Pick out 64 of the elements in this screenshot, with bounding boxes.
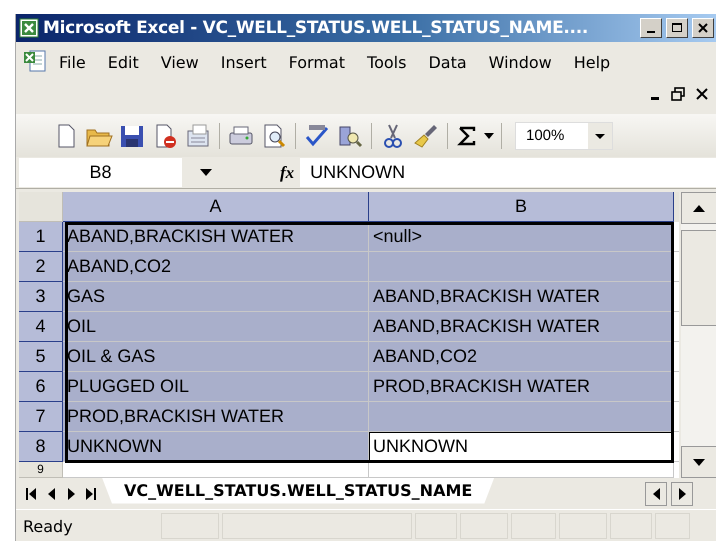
table-cell[interactable]: GAS [63,282,369,312]
name-box[interactable]: B8 [19,158,182,187]
table-cell[interactable]: ABAND,CO2 [63,252,369,282]
row-header[interactable]: 7 [19,402,63,432]
right-arrow-icon[interactable] [678,488,686,500]
vertical-scrollbar[interactable] [681,192,716,478]
up-arrow-icon[interactable] [693,204,706,212]
menu-item[interactable]: Help [562,52,622,72]
menu-item[interactable]: Edit [96,52,150,72]
menu-item[interactable]: Tools [356,52,418,72]
down-arrow-icon[interactable] [693,458,706,466]
row-header[interactable]: 6 [19,372,63,402]
row-header[interactable]: 9 [19,462,63,478]
previous-sheet-icon[interactable] [46,486,56,500]
table-cell[interactable] [369,462,674,478]
row-header[interactable]: 5 [19,342,63,372]
insert-function-button[interactable]: fx [280,162,294,182]
table-cell[interactable]: ABAND,BRACKISH WATER [369,312,674,342]
dropdown-arrow-icon[interactable] [198,168,214,178]
row-header[interactable]: 3 [19,282,63,312]
minimize-icon [647,31,655,33]
table-cell[interactable]: ABAND,BRACKISH WATER [369,282,674,312]
table-cell[interactable]: PLUGGED OIL [63,372,369,402]
menu-item[interactable]: Window [478,52,563,72]
left-arrow-icon[interactable] [652,488,660,500]
row-header[interactable]: 8 [19,432,63,462]
table-cell[interactable] [369,252,674,282]
menu-item[interactable]: Format [278,52,356,72]
formula-field[interactable]: UNKNOWN [300,158,716,187]
caret-icon[interactable] [484,132,494,138]
table-cell[interactable] [369,402,674,432]
first-sheet-icon[interactable] [26,486,36,500]
table-cell[interactable]: ABAND,CO2 [369,342,674,372]
row-header[interactable]: 4 [19,312,63,342]
sheet-tab[interactable]: VC_WELL_STATUS.WELL_STATUS_NAME [102,478,494,504]
close-icon [697,22,709,34]
menu-item[interactable]: File [48,52,97,72]
minimize-button[interactable] [640,18,662,38]
last-sheet-icon[interactable] [86,486,96,500]
menu-item[interactable]: View [150,52,210,72]
close-icon[interactable] [695,87,709,101]
menu-item[interactable]: Insert [210,52,278,72]
table-cell[interactable]: PROD,BRACKISH WATER [63,402,369,432]
table-cell[interactable]: PROD,BRACKISH WATER [369,372,674,402]
table-cell[interactable]: OIL [63,312,369,342]
maximize-button[interactable] [666,18,688,38]
table-cell[interactable]: UNKNOWN [63,432,369,462]
row-header[interactable]: 1 [19,222,63,252]
column-header[interactable]: B [369,192,674,222]
restore-icon[interactable] [671,87,685,101]
close-button[interactable] [692,18,714,38]
maximize-icon [671,22,683,34]
status-text: Ready [23,516,74,536]
menu-item[interactable]: Data [417,52,478,72]
row-header[interactable]: 2 [19,252,63,282]
column-header[interactable]: A [63,192,369,222]
table-cell[interactable] [63,462,369,478]
excel-icon [19,18,39,38]
window-title: Microsoft Excel - VC_WELL_STATUS.WELL_STATUS_NAME.... [43,18,590,38]
next-sheet-icon[interactable] [66,486,76,500]
caret-icon[interactable] [588,122,612,148]
table-cell[interactable]: OIL & GAS [63,342,369,372]
table-cell[interactable]: UNKNOWN [369,432,674,462]
zoom-field[interactable]: 100% [515,122,613,150]
